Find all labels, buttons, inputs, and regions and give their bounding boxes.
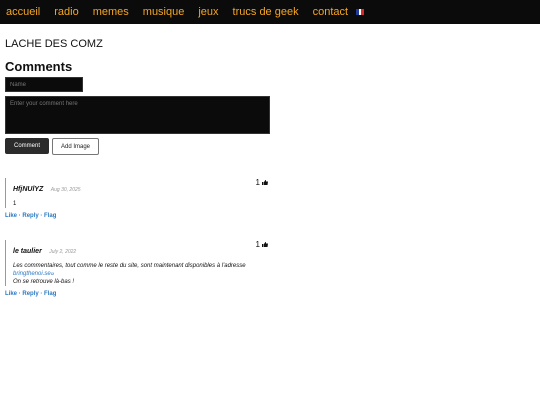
name-input[interactable] xyxy=(5,77,83,92)
comment-body: HfjNUlYZ Aug 30, 2025 1 1 xyxy=(5,178,270,208)
vote-count[interactable]: 1 xyxy=(256,240,268,249)
thumbs-up-icon[interactable] xyxy=(262,180,268,185)
nav-musique[interactable]: musique xyxy=(143,6,185,18)
comment-textarea[interactable] xyxy=(5,96,270,134)
vote-number: 1 xyxy=(255,178,260,187)
comment-date: Aug 30, 2025 xyxy=(50,187,81,193)
like-link[interactable]: Like xyxy=(5,291,17,297)
flag-link[interactable]: Flag xyxy=(44,291,56,297)
vote-count[interactable]: 1 xyxy=(256,178,268,187)
vote-number: 1 xyxy=(255,240,260,249)
reply-link[interactable]: Reply xyxy=(22,213,38,219)
nav-accueil[interactable]: accueil xyxy=(6,6,40,18)
comment-actions: Like · Reply · Flag xyxy=(5,291,270,297)
thumbs-up-icon[interactable] xyxy=(262,242,268,247)
nav-memes[interactable]: memes xyxy=(93,6,129,18)
comment-button[interactable]: Comment xyxy=(5,138,49,154)
reply-link[interactable]: Reply xyxy=(22,291,38,297)
comment-text: 1 xyxy=(13,201,17,207)
comment-actions: Like · Reply · Flag xyxy=(5,213,270,219)
french-flag-icon[interactable] xyxy=(356,9,365,15)
external-link[interactable]: bringthenoi.se xyxy=(13,271,51,277)
nav-trucs-de-geek[interactable]: trucs de geek xyxy=(233,6,299,18)
add-image-button[interactable]: Add Image xyxy=(52,138,99,155)
flag-link[interactable]: Flag xyxy=(44,213,56,219)
top-navigation: accueil radio memes musique jeux trucs d… xyxy=(0,0,540,24)
comment-item: le taulier July 2, 2022 1 Les commentair… xyxy=(5,240,270,297)
comments-heading: Comments xyxy=(5,59,73,74)
comment-date: July 2, 2022 xyxy=(49,249,77,255)
comment-author: HfjNUlYZ xyxy=(13,186,44,193)
like-link[interactable]: Like xyxy=(5,213,17,219)
nav-contact[interactable]: contact xyxy=(313,6,348,18)
page-title: LACHE DES COMZ xyxy=(5,38,103,50)
comment-item: HfjNUlYZ Aug 30, 2025 1 1 Like · Reply ·… xyxy=(5,178,270,219)
comment-text: Les commentaires, tout comme le reste du… xyxy=(13,262,270,286)
nav-jeux[interactable]: jeux xyxy=(198,6,218,18)
nav-radio[interactable]: radio xyxy=(54,6,78,18)
comment-body: le taulier July 2, 2022 1 Les commentair… xyxy=(5,240,270,286)
comment-text-part: On se retrouve là-bas ! xyxy=(13,279,75,285)
comment-author: le taulier xyxy=(13,248,42,255)
comment-text-part: Les commentaires, tout comme le reste du… xyxy=(13,263,246,269)
external-link-icon: ⧉ xyxy=(50,271,54,276)
